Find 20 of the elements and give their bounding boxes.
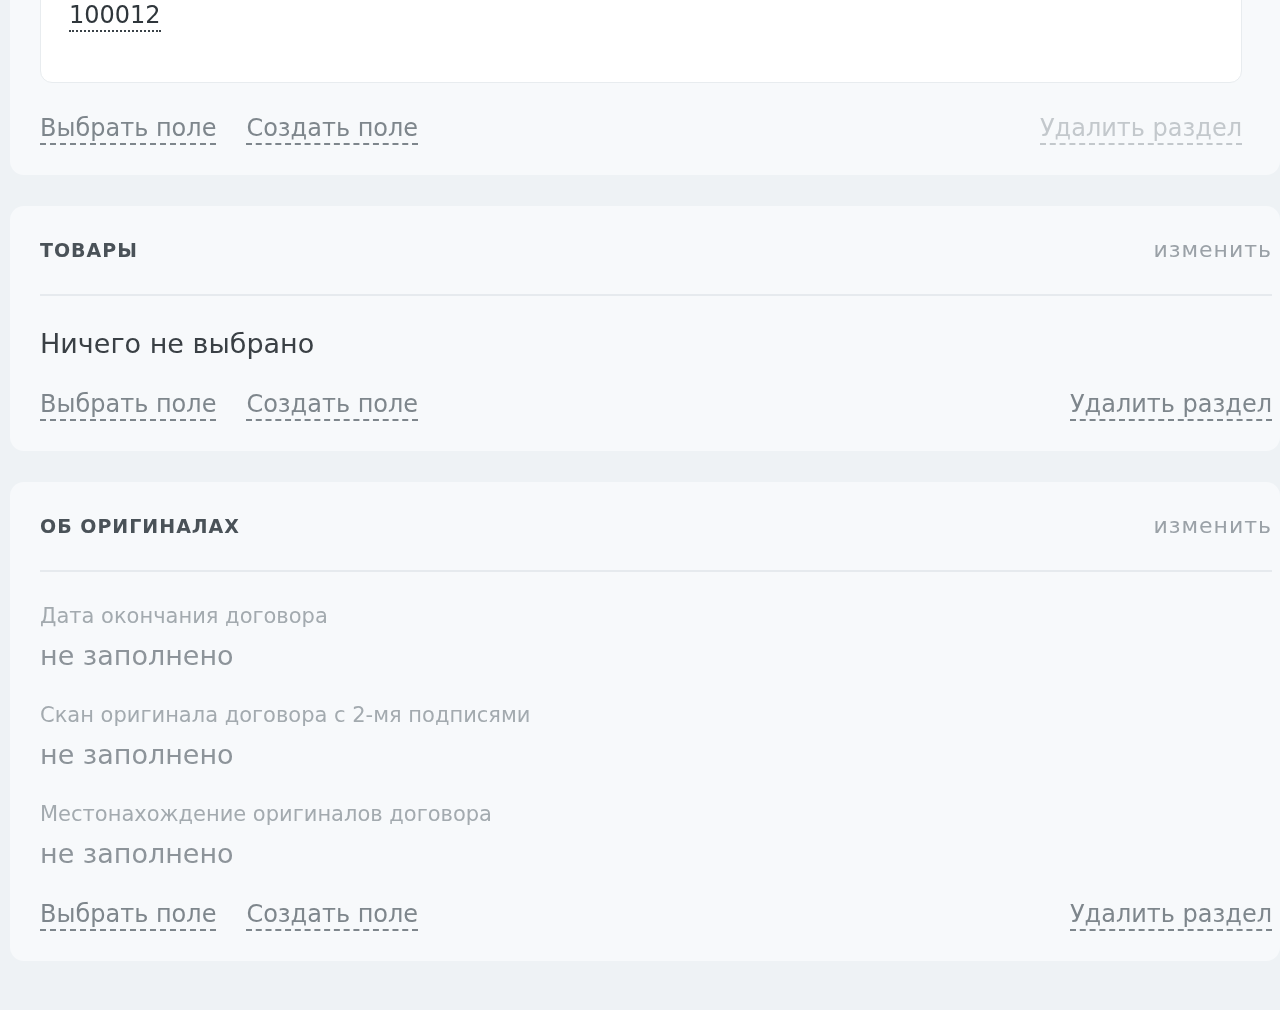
delete-section-link[interactable]: Удалить раздел bbox=[1069, 898, 1272, 931]
edit-link[interactable]: изменить bbox=[1153, 513, 1272, 539]
create-field-link[interactable]: Создать поле bbox=[246, 388, 419, 421]
field-value: не заполнено bbox=[40, 738, 235, 770]
section-title: ОБ ОРИГИНАЛАХ bbox=[40, 514, 240, 537]
field-value-link[interactable]: 100012 bbox=[69, 1, 161, 32]
select-field-link[interactable]: Выбрать поле bbox=[40, 388, 217, 421]
field-value: не заполнено bbox=[40, 837, 235, 869]
field-label: Местонахождение оригиналов договора bbox=[40, 801, 493, 826]
field-value: не заполнено bbox=[40, 639, 235, 671]
field-label: Скан оригинала договора с 2-мя подписями bbox=[40, 702, 532, 727]
field-label: Дата окончания договора bbox=[40, 603, 329, 628]
select-field-link[interactable]: Выбрать поле bbox=[40, 898, 217, 931]
empty-message: Ничего не выбрано bbox=[40, 327, 316, 359]
delete-section-link[interactable]: Удалить раздел bbox=[1069, 388, 1272, 421]
select-field-link[interactable]: Выбрать поле bbox=[40, 112, 217, 145]
create-field-link[interactable]: Создать поле bbox=[246, 112, 419, 145]
section-title: ТОВАРЫ bbox=[40, 238, 138, 261]
edit-link[interactable]: изменить bbox=[1153, 237, 1272, 263]
create-field-link[interactable]: Создать поле bbox=[246, 898, 419, 931]
